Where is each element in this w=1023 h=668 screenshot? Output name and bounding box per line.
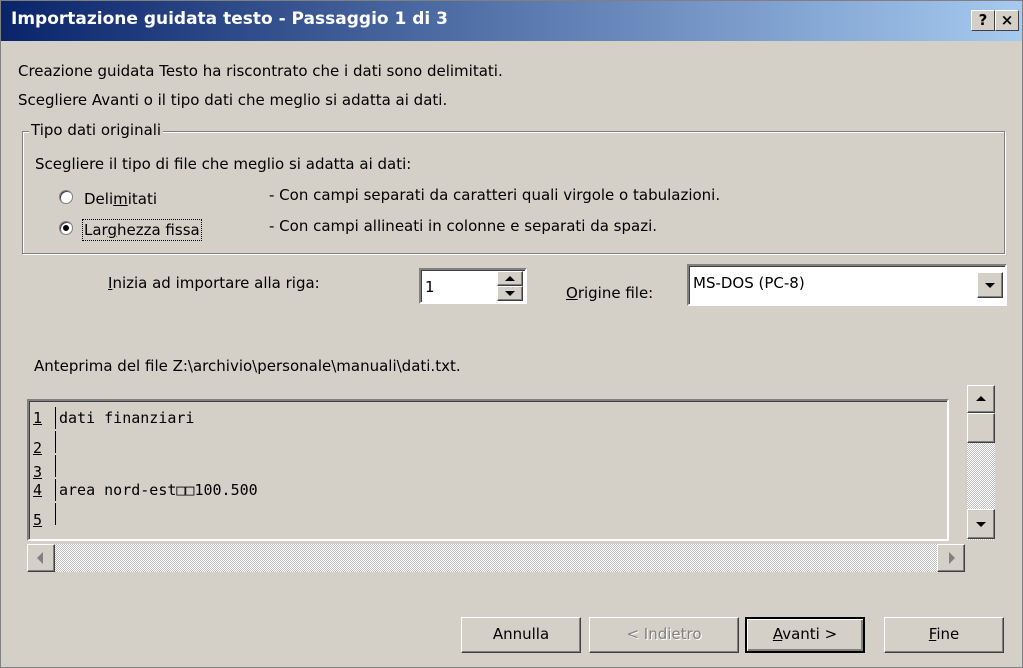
file-origin-value: MS-DOS (PC-8): [693, 274, 805, 292]
window-title: Importazione guidata testo - Passaggio 1…: [11, 9, 448, 29]
label-part: nizia ad importare alla riga:: [112, 274, 320, 292]
next-button[interactable]: Avanti >: [745, 617, 865, 653]
radio-selected-dot: [63, 225, 69, 231]
title-bar[interactable]: Importazione guidata testo - Passaggio 1…: [1, 1, 1022, 41]
label-accesskey: O: [566, 284, 578, 302]
arrow-down-icon: [505, 291, 515, 296]
file-type-prompt: Scegliere il tipo di file che meglio si …: [35, 155, 412, 173]
radio-delimited[interactable]: [59, 190, 73, 204]
row-number: 1: [33, 409, 43, 427]
file-origin-select[interactable]: MS-DOS (PC-8): [687, 264, 1007, 306]
file-preview[interactable]: 1 dati finanziari 2 3 4 area nord-est□□100…: [27, 399, 949, 541]
label-part: ine: [936, 625, 960, 643]
horizontal-scrollbar[interactable]: [27, 544, 965, 572]
chevron-down-icon: [985, 283, 995, 288]
row-text: [55, 455, 59, 477]
arrow-down-icon: [976, 522, 986, 527]
preview-caption: Anteprima del file Z:\archivio\personale…: [34, 357, 461, 375]
radio-delimited-label[interactable]: Delimitati: [84, 190, 157, 208]
file-origin-dropdown-button[interactable]: [977, 272, 1003, 298]
scroll-up-button[interactable]: [967, 385, 995, 413]
label-part: itati: [127, 190, 158, 208]
preview-row: 2: [33, 431, 59, 457]
spin-down-button[interactable]: [497, 286, 523, 301]
text-import-wizard-dialog: Importazione guidata testo - Passaggio 1…: [0, 0, 1023, 668]
label-accesskey: g: [107, 221, 117, 239]
start-row-spinner[interactable]: 1: [419, 268, 527, 304]
start-row-label: Inizia ad importare alla riga:: [108, 274, 320, 292]
spin-up-button[interactable]: [497, 271, 523, 286]
label-part: hezza fissa: [116, 221, 200, 239]
label-part: rigine file:: [577, 284, 654, 302]
label-part: Lar: [84, 221, 108, 239]
preview-row: 4 area nord-est□□100.500: [33, 479, 258, 503]
cancel-button[interactable]: Annulla: [461, 617, 581, 653]
group-legend: Tipo dati originali: [29, 121, 164, 139]
row-text: dati finanziari: [55, 407, 194, 429]
vertical-scroll-thumb[interactable]: [967, 413, 995, 443]
intro-line-1: Creazione guidata Testo ha riscontrato c…: [18, 62, 503, 80]
start-row-input[interactable]: 1: [425, 278, 435, 296]
radio-fixed-width-label[interactable]: Larghezza fissa: [82, 219, 202, 241]
arrow-up-icon: [976, 396, 986, 401]
file-origin-label: Origine file:: [566, 284, 653, 302]
label-part: Deli: [84, 190, 114, 208]
row-text: area nord-est□□100.500: [55, 479, 258, 501]
scroll-down-button[interactable]: [967, 509, 995, 539]
intro-line-2: Scegliere Avanti o il tipo dati che megl…: [18, 91, 448, 109]
scroll-right-button[interactable]: [937, 544, 965, 572]
row-number: 5: [33, 511, 43, 529]
label-accesskey: A: [772, 625, 783, 643]
close-button[interactable]: ×: [995, 10, 1019, 31]
help-button[interactable]: ?: [971, 10, 995, 31]
fixed-width-description: - Con campi allineati in colonne e separ…: [269, 217, 658, 235]
preview-row: 5: [33, 503, 59, 529]
label-part: vanti >: [782, 625, 838, 643]
row-text: [55, 503, 59, 525]
back-button[interactable]: < Indietro: [589, 617, 739, 653]
arrow-left-icon: [37, 552, 43, 564]
finish-button[interactable]: Fine: [884, 617, 1004, 653]
delimited-description: - Con campi separati da caratteri quali …: [269, 186, 721, 204]
radio-fixed-width[interactable]: [59, 221, 73, 235]
arrow-up-icon: [505, 276, 515, 281]
preview-row: 3: [33, 455, 59, 481]
label-accesskey: m: [113, 190, 128, 208]
row-number: 4: [33, 481, 43, 499]
arrow-right-icon: [949, 552, 955, 564]
row-text: [55, 431, 59, 453]
scroll-left-button[interactable]: [27, 544, 55, 572]
preview-row: 1 dati finanziari: [33, 407, 194, 431]
